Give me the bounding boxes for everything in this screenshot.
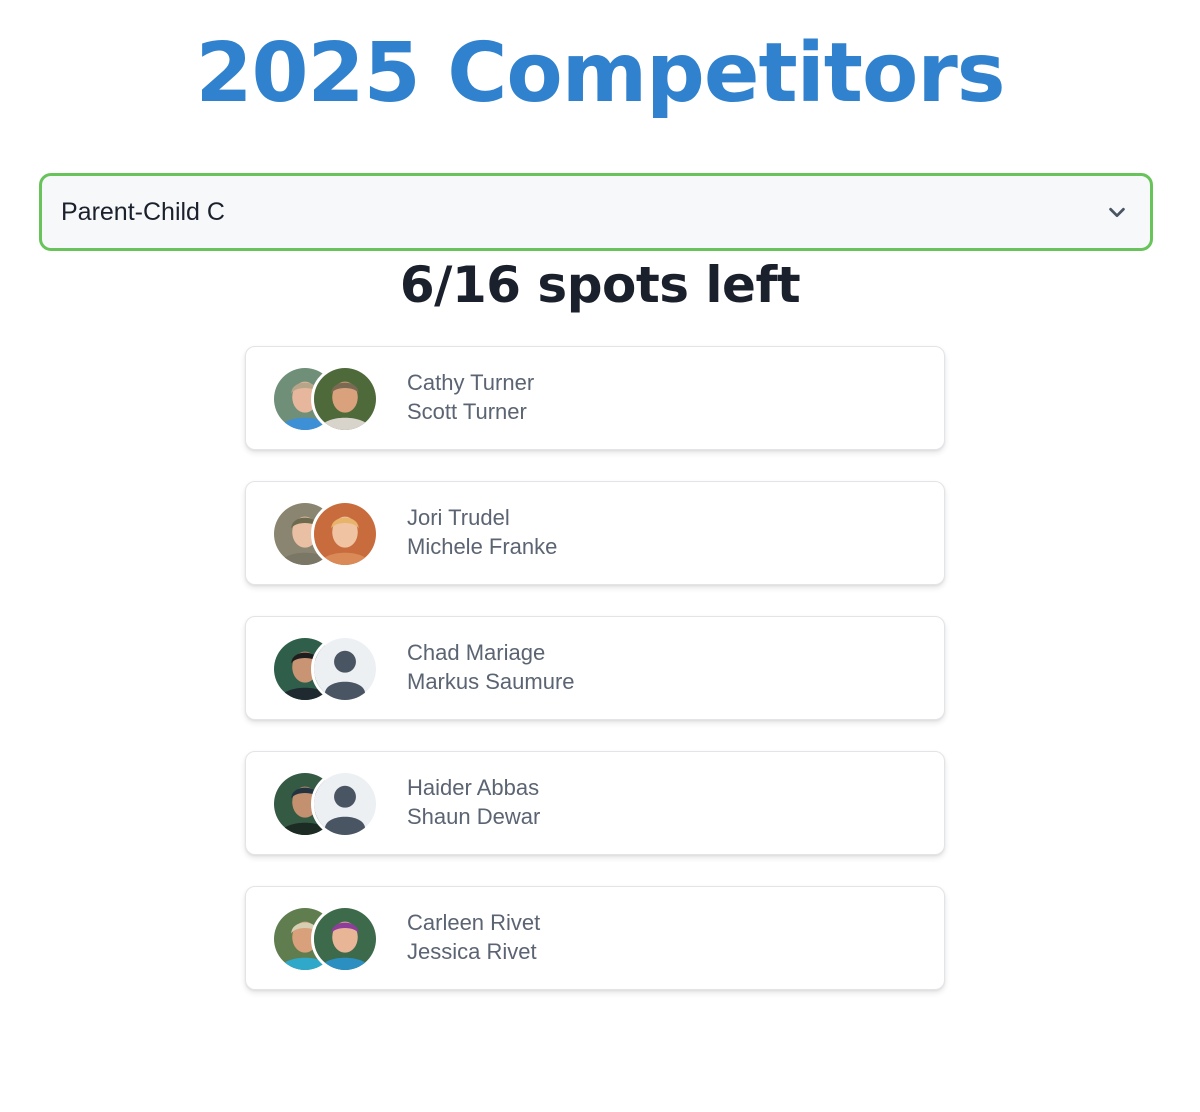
avatar — [311, 365, 379, 433]
team-member-name: Markus Saumure — [407, 669, 575, 694]
team-card[interactable]: Haider Abbas Shaun Dewar — [245, 751, 945, 855]
team-list: Cathy Turner Scott Turner Jori Trudel Miche… — [245, 346, 945, 1021]
team-card[interactable]: Jori Trudel Michele Franke — [245, 481, 945, 585]
avatar — [311, 905, 379, 973]
team-card[interactable]: Carleen Rivet Jessica Rivet — [245, 886, 945, 990]
team-member-names: Carleen Rivet Jessica Rivet — [407, 908, 540, 966]
team-avatars — [271, 770, 383, 838]
team-member-name: Chad Mariage — [407, 640, 546, 665]
team-member-name: Cathy Turner — [407, 370, 535, 395]
team-member-name: Scott Turner — [407, 399, 527, 424]
team-avatars — [271, 635, 383, 703]
team-avatars — [271, 365, 383, 433]
default-user-avatar-icon — [311, 770, 379, 838]
team-avatars — [271, 905, 383, 973]
avatar — [311, 500, 379, 568]
team-member-name: Carleen Rivet — [407, 910, 541, 935]
spots-left-count: 6/16 spots left — [399, 256, 801, 314]
chevron-down-icon — [1109, 207, 1125, 218]
division-select[interactable]: Parent-Child C — [39, 173, 1153, 251]
team-member-names: Haider Abbas Shaun Dewar — [407, 773, 540, 831]
default-user-avatar-icon — [311, 635, 379, 703]
team-member-name: Michele Franke — [407, 534, 558, 559]
team-member-names: Cathy Turner Scott Turner — [407, 368, 534, 426]
team-member-name: Shaun Dewar — [407, 804, 541, 829]
competitors-page: 2025 Competitors Parent-Child C 6/16 spo… — [0, 0, 1200, 1112]
team-member-names: Chad Mariage Markus Saumure — [407, 638, 575, 696]
team-member-name: Jessica Rivet — [407, 939, 537, 964]
team-card[interactable]: Cathy Turner Scott Turner — [245, 346, 945, 450]
team-member-name: Haider Abbas — [407, 775, 540, 800]
page-title: 2025 Competitors — [195, 26, 1005, 121]
team-member-names: Jori Trudel Michele Franke — [407, 503, 557, 561]
team-member-name: Jori Trudel — [407, 505, 510, 530]
division-select-value: Parent-Child C — [61, 197, 225, 226]
team-avatars — [271, 500, 383, 568]
team-card[interactable]: Chad Mariage Markus Saumure — [245, 616, 945, 720]
